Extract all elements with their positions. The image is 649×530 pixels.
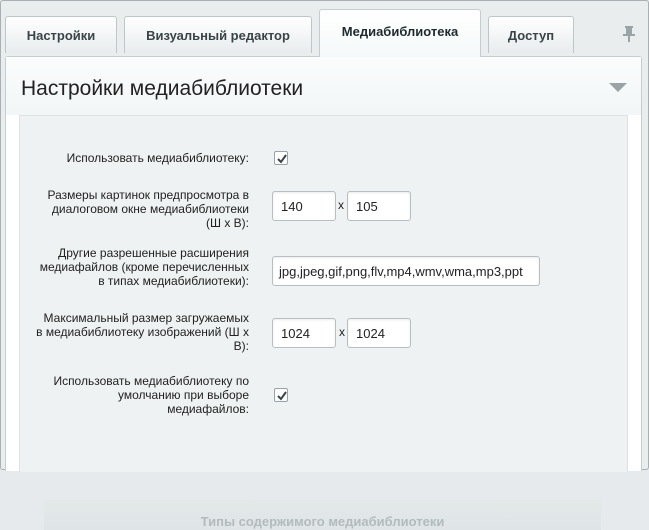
tab-bar: Настройки Визуальный редактор Медиабибли… bbox=[1, 1, 648, 57]
preview-width-input[interactable]: 140 bbox=[272, 191, 336, 221]
max-height-input[interactable]: 1024 bbox=[347, 318, 411, 348]
label-line: Размеры картинок предпросмотра в bbox=[47, 188, 249, 202]
use-default-label: Использовать медиабиблиотеку по умолчани… bbox=[53, 374, 249, 416]
checkmark-icon bbox=[277, 391, 287, 401]
section-header-content-types: Типы содержимого медиабиблиотеки bbox=[44, 500, 601, 530]
label-line: в медиабиблиотеку изображений (Ш x bbox=[36, 325, 249, 339]
label-line: медиафайлов (кроме перечисленных bbox=[39, 260, 249, 274]
settings-form: Использовать медиабиблиотеку: Размеры ка… bbox=[19, 115, 628, 530]
checkmark-icon bbox=[277, 154, 287, 164]
label-line: диалоговом окне медиабиблиотеки bbox=[51, 202, 249, 216]
preview-size-label: Размеры картинок предпросмотра в диалого… bbox=[47, 188, 249, 230]
label-line: (Ш x В): bbox=[206, 216, 249, 230]
use-medialib-checkbox[interactable] bbox=[274, 151, 288, 165]
label-line: Другие разрешенные расширения bbox=[58, 246, 249, 260]
max-size-label: Максимальный размер загружаемых в медиаб… bbox=[36, 311, 249, 353]
pin-icon[interactable] bbox=[621, 25, 637, 43]
tab-visual-editor[interactable]: Визуальный редактор bbox=[124, 16, 312, 53]
extensions-label: Другие разрешенные расширения медиафайло… bbox=[40, 246, 249, 288]
max-width-input[interactable]: 1024 bbox=[272, 318, 336, 348]
label-line: в типах медиабиблиотеки): bbox=[98, 274, 249, 288]
tab-settings[interactable]: Настройки bbox=[5, 16, 117, 53]
panel-header: Настройки медиабиблиотеки bbox=[6, 57, 641, 115]
label-line: В): bbox=[233, 339, 249, 353]
extensions-input[interactable]: jpg,jpeg,gif,png,flv,mp4,wmv,wma,mp3,ppt bbox=[272, 256, 540, 286]
label-line: Максимальный размер загружаемых bbox=[43, 311, 249, 325]
content-panel: Настройки медиабиблиотеки Использовать м… bbox=[5, 56, 642, 530]
label-line: медиафайлов: bbox=[167, 402, 249, 416]
collapse-arrow-icon[interactable] bbox=[609, 83, 627, 92]
use-medialib-label: Использовать медиабиблиотеку: bbox=[66, 151, 249, 165]
tab-medialibrary[interactable]: Медиабиблиотека bbox=[319, 9, 481, 57]
use-default-checkbox[interactable] bbox=[274, 388, 288, 402]
section-title: Типы содержимого медиабиблиотеки bbox=[200, 514, 445, 529]
times-separator: x bbox=[339, 325, 345, 339]
times-separator: x bbox=[338, 198, 344, 212]
tab-access[interactable]: Доступ bbox=[488, 16, 574, 53]
settings-window: Настройки Визуальный редактор Медиабибли… bbox=[0, 0, 649, 530]
panel-title: Настройки медиабиблиотеки bbox=[21, 77, 304, 100]
preview-height-input[interactable]: 105 bbox=[347, 191, 411, 221]
label-line: умолчанию при выборе bbox=[118, 388, 249, 402]
label-line: Использовать медиабиблиотеку по bbox=[53, 374, 249, 388]
